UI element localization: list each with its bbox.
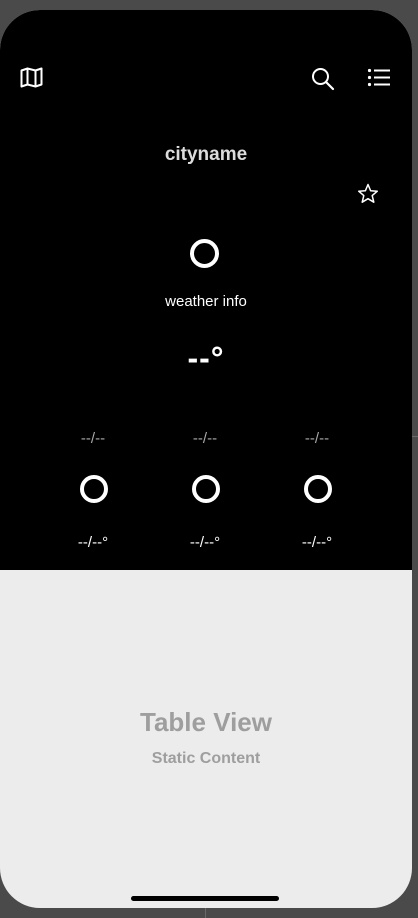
forecast-date: --/-- (304, 430, 330, 447)
canvas-guide-line (412, 436, 418, 437)
weather-ring-icon (192, 475, 220, 503)
forecast-temperature: --/--° (301, 534, 333, 551)
forecast-day: --/-- --/--° (267, 430, 367, 551)
weather-ring-icon (190, 239, 219, 268)
forecast-temperature: --/--° (77, 534, 109, 551)
weather-info-label: weather info (165, 293, 247, 310)
map-icon[interactable] (20, 67, 43, 88)
forecast-day: --/-- --/--° (43, 430, 143, 551)
table-view-title: Table View (140, 707, 272, 737)
star-icon[interactable] (357, 183, 379, 204)
search-icon[interactable] (311, 67, 335, 91)
forecast-day: --/-- --/--° (155, 430, 255, 551)
current-temperature: --° (187, 340, 225, 376)
table-view-subtitle: Static Content (151, 750, 261, 767)
home-indicator[interactable] (131, 896, 279, 901)
forecast-temperature: --/--° (189, 534, 221, 551)
list-icon[interactable] (367, 68, 391, 88)
weather-ring-icon (80, 475, 108, 503)
city-name: cityname (164, 144, 248, 165)
device-screen: cityname weather info --° --/-- --/--° -… (0, 10, 412, 908)
forecast-date: --/-- (192, 430, 218, 447)
weather-ring-icon (304, 475, 332, 503)
weather-header-panel: cityname weather info --° --/-- --/--° -… (0, 10, 412, 570)
forecast-date: --/-- (80, 430, 106, 447)
